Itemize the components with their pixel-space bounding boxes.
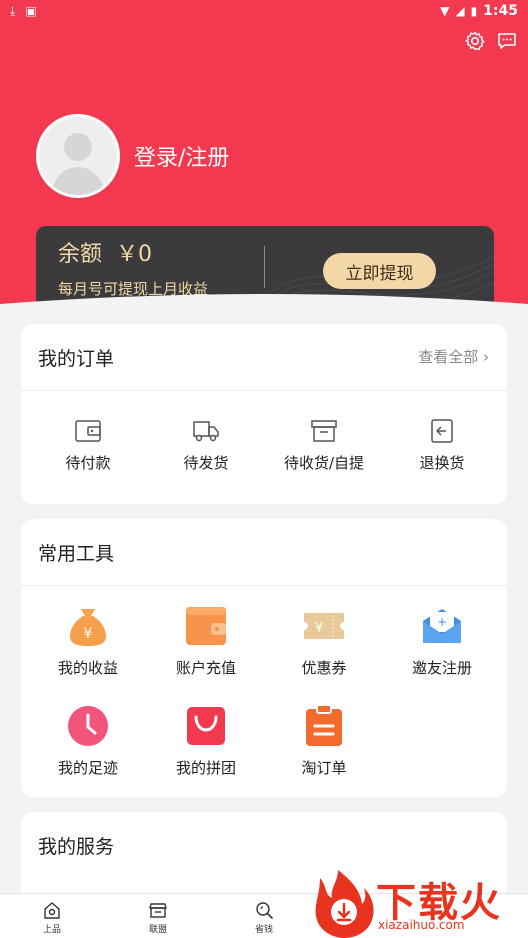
services-title: 我的服务 bbox=[38, 836, 115, 858]
order-item-label: 待付款 bbox=[65, 454, 111, 472]
flame-logo-icon bbox=[315, 870, 374, 938]
order-pending-shipment[interactable]: 待发货 bbox=[151, 418, 261, 473]
return-icon bbox=[431, 419, 453, 443]
tool-my-earnings[interactable]: ¥ 我的收益 bbox=[33, 603, 143, 678]
tool-label: 优惠券 bbox=[301, 659, 347, 677]
tab-label: 上品 bbox=[42, 925, 61, 935]
tab-save-money[interactable]: 省钱 bbox=[234, 900, 294, 935]
store-icon bbox=[149, 903, 167, 918]
tool-label: 我的拼团 bbox=[175, 759, 236, 777]
divider bbox=[21, 585, 507, 586]
orders-card: 我的订单 查看全部 › 待付款 待发货 待收货/自提 退换货 bbox=[21, 324, 507, 504]
orders-title: 我的订单 bbox=[38, 348, 115, 370]
signal-icon: ◢ bbox=[455, 4, 465, 18]
download-icon: ⤓ bbox=[10, 4, 16, 18]
tool-label: 淘订单 bbox=[301, 759, 347, 777]
svg-text:¥: ¥ bbox=[315, 621, 323, 636]
avatar[interactable] bbox=[36, 114, 120, 198]
notification-icon: ▣ bbox=[25, 4, 37, 18]
svg-text:+: + bbox=[437, 615, 447, 629]
balance-label: 余额 bbox=[58, 242, 103, 267]
tools-title: 常用工具 bbox=[38, 543, 115, 565]
money-bag-icon: ¥ bbox=[70, 609, 106, 646]
wallet-icon bbox=[75, 420, 101, 442]
tab-label: 联盟 bbox=[148, 925, 167, 935]
status-bar: ⤓ ▣ ▼ ◢ ▮ 1:45 bbox=[0, 0, 528, 24]
order-item-label: 待发货 bbox=[183, 454, 229, 472]
tools-card: 常用工具 ¥ 我的收益 账户充值 ¥ 优惠券 + 邀友注册 我的足迹 我的拼团 … bbox=[21, 519, 507, 797]
settings-icon[interactable] bbox=[464, 30, 486, 52]
wallet-icon bbox=[186, 607, 226, 645]
search-icon bbox=[256, 902, 273, 919]
tool-my-group-buy[interactable]: 我的拼团 bbox=[151, 703, 261, 778]
home-icon bbox=[44, 902, 60, 919]
tool-taobao-orders[interactable]: 淘订单 bbox=[269, 703, 379, 778]
chevron-right-icon: › bbox=[483, 348, 489, 366]
battery-icon: ▮ bbox=[470, 4, 478, 18]
tab-label: 省钱 bbox=[254, 925, 273, 935]
watermark-logo: 下载火 xiazaihuo.com bbox=[312, 868, 528, 938]
tool-account-recharge[interactable]: 账户充值 bbox=[151, 603, 261, 678]
login-register-link[interactable]: 登录/注册 bbox=[134, 140, 229, 172]
tool-invite-friends[interactable]: + 邀友注册 bbox=[387, 603, 497, 678]
order-item-label: 待收货/自提 bbox=[283, 454, 365, 472]
box-icon bbox=[311, 420, 337, 442]
tool-label: 邀友注册 bbox=[411, 659, 472, 677]
order-pending-payment[interactable]: 待付款 bbox=[33, 418, 143, 473]
view-all-orders-link[interactable]: 查看全部 › bbox=[418, 346, 489, 367]
truck-icon bbox=[193, 421, 219, 442]
tool-label: 我的足迹 bbox=[57, 759, 118, 777]
mail-icon: + bbox=[423, 609, 461, 643]
shopping-bag-icon bbox=[187, 707, 225, 745]
view-all-label: 查看全部 bbox=[418, 348, 479, 366]
order-pending-receipt[interactable]: 待收货/自提 bbox=[269, 418, 379, 473]
tab-home[interactable]: 上品 bbox=[22, 900, 82, 935]
clipboard-icon bbox=[306, 704, 342, 746]
status-time: 1:45 bbox=[483, 3, 518, 19]
divider bbox=[264, 246, 265, 288]
wifi-icon: ▼ bbox=[440, 4, 450, 18]
tab-alliance[interactable]: 联盟 bbox=[128, 900, 188, 935]
profile-header: ⤓ ▣ ▼ ◢ ▮ 1:45 登录/注册 余额 ￥0 每月号可提现上月收益 立即… bbox=[0, 0, 528, 312]
order-return-exchange[interactable]: 退换货 bbox=[387, 418, 497, 473]
tool-my-footprint[interactable]: 我的足迹 bbox=[33, 703, 143, 778]
watermark-url: xiazaihuo.com bbox=[378, 918, 465, 932]
tool-label: 我的收益 bbox=[57, 659, 118, 677]
message-icon[interactable] bbox=[496, 30, 518, 52]
tool-coupons[interactable]: ¥ 优惠券 bbox=[269, 603, 379, 678]
withdraw-button[interactable]: 立即提现 bbox=[323, 253, 436, 289]
svg-text:¥: ¥ bbox=[84, 626, 93, 642]
clock-icon bbox=[68, 706, 108, 746]
coupon-icon: ¥ bbox=[304, 613, 344, 639]
balance-amount: 余额 ￥0 bbox=[58, 236, 152, 268]
tool-label: 账户充值 bbox=[175, 659, 236, 677]
divider bbox=[21, 390, 507, 391]
order-item-label: 退换货 bbox=[419, 454, 465, 472]
balance-value: ￥0 bbox=[116, 242, 153, 267]
